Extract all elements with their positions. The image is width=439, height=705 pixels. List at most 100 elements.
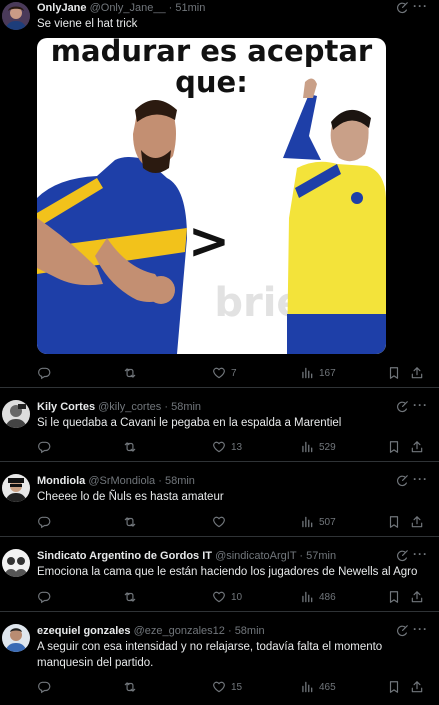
bookmark-button[interactable]: [387, 589, 401, 605]
retweet-button[interactable]: [123, 514, 142, 530]
views-icon: [300, 366, 314, 380]
separator: ·: [227, 625, 232, 637]
tweet-header: ezequiel gonzales @eze_gonzales12 · 58mi…: [37, 623, 429, 639]
author-name[interactable]: OnlyJane: [37, 2, 87, 14]
grok-icon[interactable]: [395, 400, 409, 414]
views-button[interactable]: 529: [300, 439, 336, 455]
like-icon: [212, 515, 226, 529]
views-count: 486: [319, 591, 336, 603]
avatar[interactable]: [2, 2, 30, 30]
reply-icon: [37, 440, 51, 454]
author-handle[interactable]: @eze_gonzales12: [134, 625, 225, 637]
like-count: 13: [231, 441, 243, 453]
reply-button[interactable]: [37, 589, 56, 605]
like-button[interactable]: [212, 514, 231, 530]
like-icon: [212, 440, 226, 454]
tweet[interactable]: OnlyJane @Only_Jane__ · 51min ··· Se vie…: [0, 0, 439, 388]
like-button[interactable]: 15: [212, 679, 242, 695]
timestamp[interactable]: 57min: [306, 550, 336, 562]
views-button[interactable]: 486: [300, 589, 336, 605]
meme-illustration: > brielbi: [37, 78, 386, 354]
grok-icon[interactable]: [395, 549, 409, 563]
share-button[interactable]: [410, 514, 424, 530]
avatar[interactable]: [2, 624, 30, 652]
avatar[interactable]: [2, 400, 30, 428]
more-icon[interactable]: ···: [413, 548, 427, 563]
reply-icon: [37, 590, 51, 604]
tweet-text: A seguir con esa intensidad y no relajar…: [37, 641, 383, 669]
retweet-button[interactable]: [123, 365, 142, 381]
grok-icon[interactable]: [395, 624, 409, 638]
reply-button[interactable]: [37, 514, 56, 530]
tweet-header: Mondiola @SrMondiola · 58min: [37, 473, 429, 489]
like-count: 10: [231, 591, 243, 603]
more-icon[interactable]: ···: [413, 473, 427, 488]
author-name[interactable]: Sindicato Argentino de Gordos IT: [37, 550, 212, 562]
retweet-icon: [123, 680, 137, 694]
share-button[interactable]: [410, 679, 424, 695]
bookmark-icon: [387, 440, 401, 454]
bookmark-button[interactable]: [387, 365, 401, 381]
separator: ·: [158, 475, 162, 487]
reply-button[interactable]: [37, 679, 56, 695]
share-button[interactable]: [410, 439, 424, 455]
retweet-icon: [123, 515, 137, 529]
more-icon[interactable]: ···: [413, 399, 427, 414]
timestamp[interactable]: 58min: [165, 475, 195, 487]
author-name[interactable]: Kily Cortes: [37, 401, 95, 413]
author-name[interactable]: Mondiola: [37, 475, 85, 487]
views-button[interactable]: 507: [300, 514, 336, 530]
tweet-media-image[interactable]: madurar es aceptar que: > brielbi: [37, 38, 386, 354]
bookmark-button[interactable]: [387, 514, 401, 530]
like-button[interactable]: 7: [212, 365, 237, 381]
tweet-text: Emociona la cama que le están haciendo l…: [37, 566, 418, 578]
bookmark-icon: [387, 680, 401, 694]
share-icon: [410, 590, 424, 604]
bookmark-icon: [387, 366, 401, 380]
tweet[interactable]: Sindicato Argentino de Gordos IT @sindic…: [0, 537, 439, 612]
author-name[interactable]: ezequiel gonzales: [37, 625, 131, 637]
author-handle[interactable]: @sindicatoArgIT: [215, 550, 296, 562]
views-count: 529: [319, 441, 336, 453]
separator: ·: [299, 550, 304, 562]
tweet[interactable]: Mondiola @SrMondiola · 58min ··· Cheeee …: [0, 462, 439, 537]
timestamp[interactable]: 51min: [175, 2, 205, 14]
author-handle[interactable]: @SrMondiola: [88, 475, 155, 487]
share-icon: [410, 515, 424, 529]
retweet-button[interactable]: [123, 439, 142, 455]
meme-symbol: >: [188, 212, 230, 270]
tweet-text: Cheeee lo de Ñuls es hasta amateur: [37, 491, 224, 503]
share-button[interactable]: [410, 365, 424, 381]
reply-button[interactable]: [37, 439, 56, 455]
views-button[interactable]: 167: [300, 365, 336, 381]
retweet-icon: [123, 590, 137, 604]
tweet-header: Kily Cortes @kily_cortes · 58min: [37, 399, 429, 415]
bookmark-button[interactable]: [387, 439, 401, 455]
avatar[interactable]: [2, 474, 30, 502]
grok-icon[interactable]: [395, 1, 409, 15]
retweet-button[interactable]: [123, 589, 142, 605]
retweet-button[interactable]: [123, 679, 142, 695]
views-count: 167: [319, 367, 336, 379]
views-icon: [300, 440, 314, 454]
reply-button[interactable]: [37, 365, 56, 381]
timestamp[interactable]: 58min: [171, 401, 201, 413]
tweet-header: Sindicato Argentino de Gordos IT @sindic…: [37, 548, 429, 564]
tweet-text: Si le quedaba a Cavani le pegaba en la e…: [37, 417, 342, 429]
more-icon[interactable]: ···: [413, 623, 427, 638]
share-button[interactable]: [410, 589, 424, 605]
like-button[interactable]: 13: [212, 439, 242, 455]
views-button[interactable]: 465: [300, 679, 336, 695]
like-button[interactable]: 10: [212, 589, 242, 605]
bookmark-button[interactable]: [387, 679, 401, 695]
tweet[interactable]: ezequiel gonzales @eze_gonzales12 · 58mi…: [0, 612, 439, 705]
share-icon: [410, 440, 424, 454]
author-handle[interactable]: @Only_Jane__: [90, 2, 166, 14]
avatar[interactable]: [2, 549, 30, 577]
reply-icon: [37, 366, 51, 380]
timestamp[interactable]: 58min: [235, 625, 265, 637]
more-icon[interactable]: ···: [413, 0, 427, 15]
tweet[interactable]: Kily Cortes @kily_cortes · 58min ··· Si …: [0, 388, 439, 462]
author-handle[interactable]: @kily_cortes: [98, 401, 161, 413]
grok-icon[interactable]: [395, 474, 409, 488]
